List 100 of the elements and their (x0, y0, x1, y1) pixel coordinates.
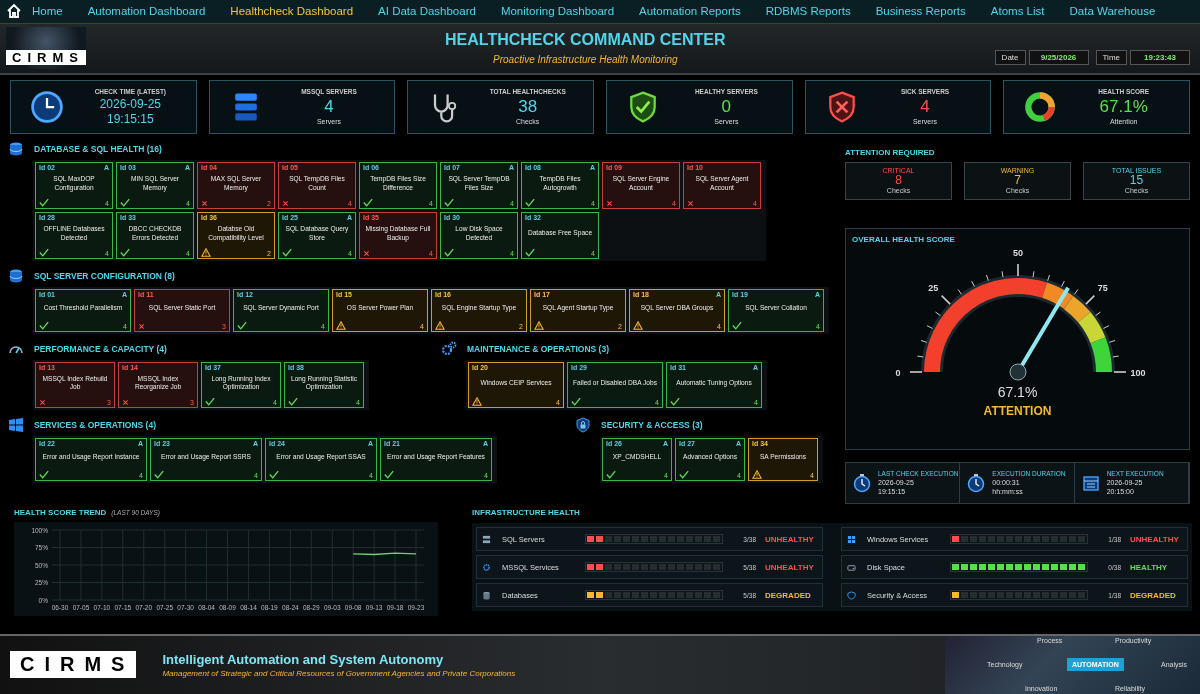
windows-icon (8, 416, 24, 433)
warning-icon (336, 320, 346, 330)
database-icon (482, 590, 491, 600)
check-icon (120, 197, 130, 207)
footer-logo: CIRMS (10, 651, 137, 679)
nav-link[interactable]: Healthcheck Dashboard (230, 5, 354, 18)
gauge-value: 67.1% (997, 383, 1038, 400)
check-icon (670, 396, 680, 406)
kpi-value: 67.1% (1098, 97, 1149, 118)
nav-link[interactable]: Automation Dashboard (87, 5, 206, 18)
gauge-tick-label: 75 (1097, 282, 1108, 293)
warning-icon (201, 247, 211, 257)
footer-title: Intelligent Automation and System Autonomy (162, 652, 445, 667)
windows-icon (847, 534, 856, 544)
nav-link[interactable]: Atoms List (990, 5, 1045, 18)
stopwatch-icon (966, 472, 987, 493)
check-icon (288, 396, 298, 406)
stopwatch-icon (852, 472, 872, 493)
disk-drive-icon (847, 562, 856, 572)
section-title: SERVICES & OPERATIONS (4) (34, 419, 156, 430)
footer-tagline: Management of Strategic and Critical Resources of Government Agencies and Private Corporations (162, 669, 517, 678)
warning-icon (472, 396, 482, 406)
nav-link[interactable]: Data Warehouse (1069, 5, 1156, 18)
check-icon (39, 320, 49, 330)
infra-status: UNHEALTHY (765, 534, 815, 544)
check-icon (120, 247, 130, 257)
warning-icon (752, 469, 762, 479)
issue-count: 8 (895, 174, 902, 188)
section-title: ATTENTION REQUIRED (845, 147, 936, 157)
check-icon (444, 197, 454, 207)
date-value: 9/25/2026 (1028, 49, 1089, 65)
database-icon (8, 140, 24, 157)
kpi-value: 4 (919, 97, 931, 118)
check-icon (205, 396, 215, 406)
time-label: Time (1095, 49, 1127, 65)
check-icon (154, 469, 164, 479)
x-icon (201, 199, 208, 207)
check-icon (606, 469, 616, 479)
needle-hub (1009, 363, 1026, 381)
issue-count: 15 (1129, 174, 1144, 188)
check-icon (384, 469, 394, 479)
home-icon[interactable] (6, 3, 22, 20)
x-icon (687, 199, 694, 207)
shield-lock-icon (575, 416, 591, 433)
infra-status: UNHEALTHY (765, 562, 815, 572)
infra-status: DEGRADED (765, 590, 812, 600)
section-title: MAINTENANCE & OPERATIONS (3) (467, 343, 609, 354)
section-title: DATABASE & SQL HEALTH (16) (34, 143, 162, 154)
nav-link[interactable]: Automation Reports (639, 5, 741, 18)
warning-icon (435, 320, 445, 330)
infra-status: UNHEALTHY (1130, 534, 1180, 544)
section-title: PERFORMANCE & CAPACITY (4) (34, 343, 167, 354)
infra-status: HEALTHY (1130, 562, 1169, 572)
gauge-tick-label: 0 (895, 367, 900, 378)
kpi-value: 38 (517, 97, 539, 118)
check-icon (571, 396, 581, 406)
section-title: HEALTH SCORE TREND (14, 508, 107, 518)
issue-count: 7 (1014, 174, 1021, 188)
x-icon (39, 398, 46, 406)
check-icon (732, 320, 742, 330)
section-title: SECURITY & ACCESS (3) (601, 419, 703, 430)
check-icon (444, 247, 454, 257)
logo: CIRMS (6, 27, 86, 70)
x-icon (606, 199, 613, 207)
section-title: SQL SERVER CONFIGURATION (8) (34, 270, 175, 281)
check-icon (269, 469, 279, 479)
dashboard-subtitle: Proactive Infrastructure Health Monitoring (492, 54, 679, 66)
check-icon (237, 320, 247, 330)
check-icon (525, 197, 535, 207)
date-label: Date (994, 49, 1026, 65)
x-icon (138, 322, 145, 330)
time-value: 19:23:43 (1130, 49, 1190, 65)
clock-icon (29, 88, 65, 125)
warning-icon (633, 320, 643, 330)
nav-link[interactable]: Business Reports (875, 5, 966, 18)
nav-link[interactable]: AI Data Dashboard (378, 5, 476, 18)
check-icon (679, 469, 689, 479)
warning-icon (534, 320, 544, 330)
kpi-value: 2026-09-25 (98, 96, 163, 111)
check-icon (39, 197, 49, 207)
x-icon (282, 199, 289, 207)
shield-icon (847, 590, 856, 600)
check-icon (39, 469, 49, 479)
infra-status: DEGRADED (1130, 590, 1177, 600)
nav-link[interactable]: Monitoring Dashboard (500, 5, 615, 18)
gauge-tick-label: 25 (927, 282, 938, 293)
check-icon (282, 247, 292, 257)
check-icon (363, 197, 373, 207)
gauge-status: ATTENTION (983, 403, 1052, 418)
panel-title: OVERALL HEALTH SCORE (852, 234, 955, 244)
nav-link[interactable]: Home (32, 5, 63, 18)
check-icon (525, 247, 535, 257)
gauge-tick-label: 50 (1012, 247, 1023, 258)
dashboard-title: HEALTHCHECK COMMAND CENTER (444, 31, 727, 50)
kpi-unit: 19:15:15 (105, 111, 155, 126)
kpi-value: 0 (720, 97, 733, 118)
nav-link[interactable]: RDBMS Reports (765, 5, 851, 18)
x-icon (122, 398, 129, 406)
x-icon (363, 249, 370, 257)
check-icon (39, 247, 49, 257)
